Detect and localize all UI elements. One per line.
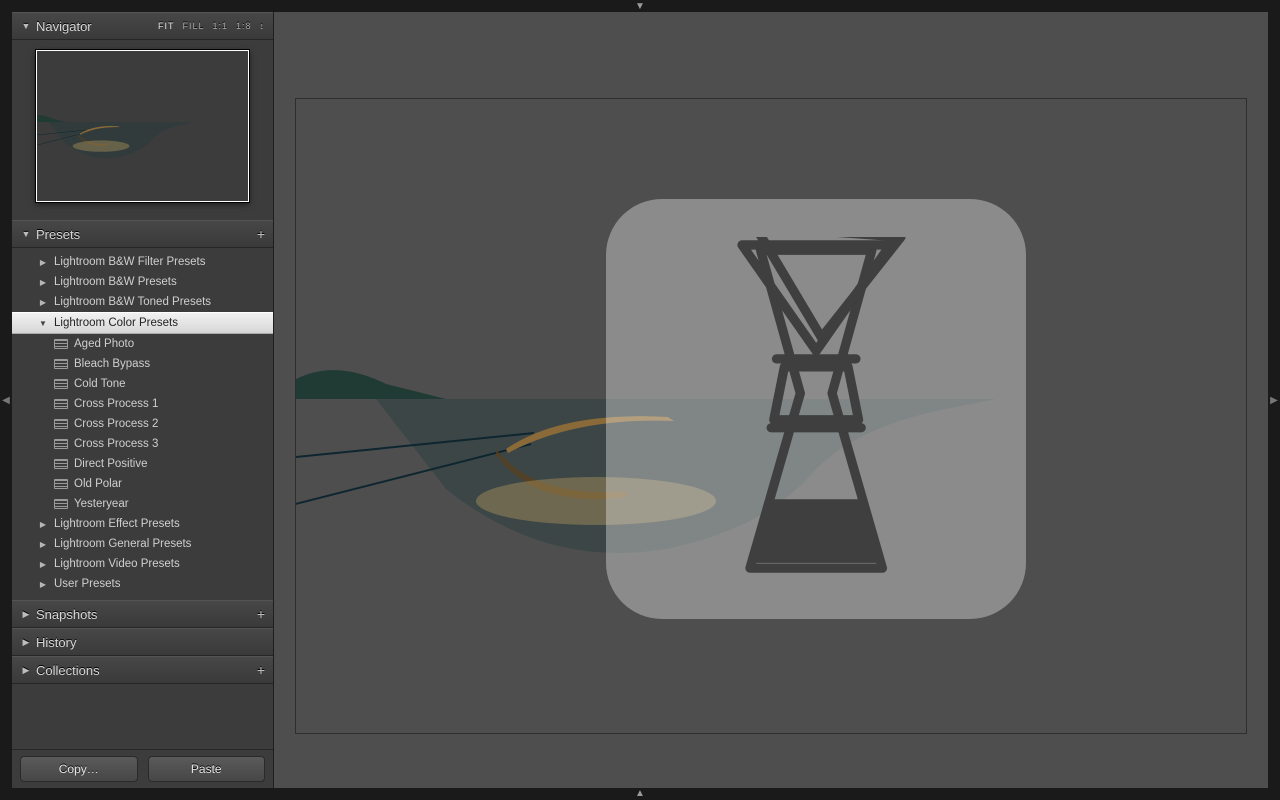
disclosure-right-icon: ▶ xyxy=(20,609,32,620)
app-frame: ▼ ▲ ◀ ▶ ▼ Navigator FIT FILL 1:1 1:8 ↕ ▼… xyxy=(0,0,1280,800)
preset-item[interactable]: Aged Photo xyxy=(12,334,273,354)
preset-folder[interactable]: ▶ User Presets xyxy=(12,574,273,594)
zoom-fill[interactable]: FILL xyxy=(182,21,204,31)
preset-folder[interactable]: ▶ Lightroom B&W Filter Presets xyxy=(12,252,273,272)
collapse-top-icon[interactable]: ▼ xyxy=(635,1,645,12)
disclosure-right-icon: ▶ xyxy=(38,278,48,287)
copy-button[interactable]: Copy… xyxy=(20,756,138,782)
zoom-1to1[interactable]: 1:1 xyxy=(212,21,228,31)
navigator-zoom-levels: FIT FILL 1:1 1:8 ↕ xyxy=(158,21,265,31)
copy-paste-row: Copy… Paste xyxy=(12,749,273,788)
disclosure-right-icon: ▶ xyxy=(38,560,48,569)
snapshots-header[interactable]: ▶ Snapshots + xyxy=(12,600,273,628)
left-panel: ▼ Navigator FIT FILL 1:1 1:8 ↕ ▼ Presets… xyxy=(12,12,274,788)
snapshots-title: Snapshots xyxy=(36,607,97,622)
preset-folder-label: Lightroom Video Presets xyxy=(54,558,180,570)
preset-item-label: Old Polar xyxy=(74,478,122,490)
navigator-header[interactable]: ▼ Navigator FIT FILL 1:1 1:8 ↕ xyxy=(12,12,273,40)
disclosure-right-icon: ▶ xyxy=(20,665,32,676)
preset-item[interactable]: Bleach Bypass xyxy=(12,354,273,374)
presets-tree: ▶ Lightroom B&W Filter Presets ▶ Lightroom … xyxy=(12,248,273,600)
add-snapshot-icon[interactable]: + xyxy=(257,606,265,622)
preset-folder[interactable]: ▶ Lightroom B&W Toned Presets xyxy=(12,292,273,312)
preset-item[interactable]: Old Polar xyxy=(12,474,273,494)
develop-canvas-area xyxy=(274,12,1268,788)
preset-thumb-icon xyxy=(54,359,68,369)
preset-thumb-icon xyxy=(54,479,68,489)
preset-thumb-icon xyxy=(54,399,68,409)
disclosure-right-icon: ▶ xyxy=(38,258,48,267)
preset-item-label: Aged Photo xyxy=(74,338,134,350)
preset-folder[interactable]: ▶ Lightroom Effect Presets xyxy=(12,514,273,534)
zoom-fit[interactable]: FIT xyxy=(158,21,175,31)
disclosure-down-icon: ▼ xyxy=(38,319,48,328)
preset-folder[interactable]: ▶ Lightroom General Presets xyxy=(12,534,273,554)
navigator-body xyxy=(12,40,273,220)
preset-item[interactable]: Yesteryear xyxy=(12,494,273,514)
collections-header[interactable]: ▶ Collections + xyxy=(12,656,273,684)
collapse-left-icon[interactable]: ◀ xyxy=(1,380,11,420)
add-collection-icon[interactable]: + xyxy=(257,662,265,678)
preset-item[interactable]: Cross Process 3 xyxy=(12,434,273,454)
preset-folder[interactable]: ▶ Lightroom Video Presets xyxy=(12,554,273,574)
preset-item-label: Bleach Bypass xyxy=(74,358,150,370)
disclosure-right-icon: ▶ xyxy=(38,520,48,529)
preset-item[interactable]: Cold Tone xyxy=(12,374,273,394)
preset-thumb-icon xyxy=(54,379,68,389)
collections-title: Collections xyxy=(36,663,100,678)
collapse-right-icon[interactable]: ▶ xyxy=(1269,380,1279,420)
zoom-stepper-icon[interactable]: ↕ xyxy=(260,21,266,31)
preset-folder-label: Lightroom General Presets xyxy=(54,538,191,550)
disclosure-right-icon: ▶ xyxy=(38,540,48,549)
navigator-title: Navigator xyxy=(36,19,92,34)
history-header[interactable]: ▶ History xyxy=(12,628,273,656)
add-preset-icon[interactable]: + xyxy=(257,226,265,242)
preset-item-label: Cross Process 3 xyxy=(74,438,158,450)
disclosure-right-icon: ▶ xyxy=(20,637,32,648)
preset-folder-label: Lightroom B&W Filter Presets xyxy=(54,256,205,268)
preset-thumb-icon xyxy=(54,499,68,509)
preset-item-label: Direct Positive xyxy=(74,458,148,470)
preset-item[interactable]: Cross Process 1 xyxy=(12,394,273,414)
preset-item-label: Cross Process 1 xyxy=(74,398,158,410)
preset-item[interactable]: Direct Positive xyxy=(12,454,273,474)
preset-folder-label: User Presets xyxy=(54,578,120,590)
preset-folder-label: Lightroom Effect Presets xyxy=(54,518,180,530)
preset-folder[interactable]: ▼ Lightroom Color Presets xyxy=(12,312,273,334)
preset-item-label: Yesteryear xyxy=(74,498,129,510)
disclosure-right-icon: ▶ xyxy=(38,580,48,589)
chemex-icon xyxy=(665,237,967,581)
zoom-ratio[interactable]: 1:8 xyxy=(236,21,252,31)
presets-header[interactable]: ▼ Presets + xyxy=(12,220,273,248)
preview-image[interactable] xyxy=(296,99,1246,733)
preset-thumb-icon xyxy=(54,439,68,449)
disclosure-down-icon: ▼ xyxy=(20,21,32,31)
collapse-bottom-icon[interactable]: ▲ xyxy=(635,788,645,799)
preset-folder-label: Lightroom B&W Toned Presets xyxy=(54,296,211,308)
disclosure-right-icon: ▶ xyxy=(38,298,48,307)
navigator-thumbnail[interactable] xyxy=(36,50,249,202)
preset-item[interactable]: Cross Process 2 xyxy=(12,414,273,434)
preset-thumb-icon xyxy=(54,419,68,429)
preset-item-label: Cold Tone xyxy=(74,378,126,390)
paste-button[interactable]: Paste xyxy=(148,756,266,782)
preset-thumb-icon xyxy=(54,459,68,469)
overlay-badge xyxy=(606,199,1026,619)
presets-title: Presets xyxy=(36,227,80,242)
history-title: History xyxy=(36,635,76,650)
preset-item-label: Cross Process 2 xyxy=(74,418,158,430)
preset-folder-label: Lightroom B&W Presets xyxy=(54,276,177,288)
preset-thumb-icon xyxy=(54,339,68,349)
preset-folder-label: Lightroom Color Presets xyxy=(54,317,178,329)
disclosure-down-icon: ▼ xyxy=(20,229,32,239)
preset-folder[interactable]: ▶ Lightroom B&W Presets xyxy=(12,272,273,292)
